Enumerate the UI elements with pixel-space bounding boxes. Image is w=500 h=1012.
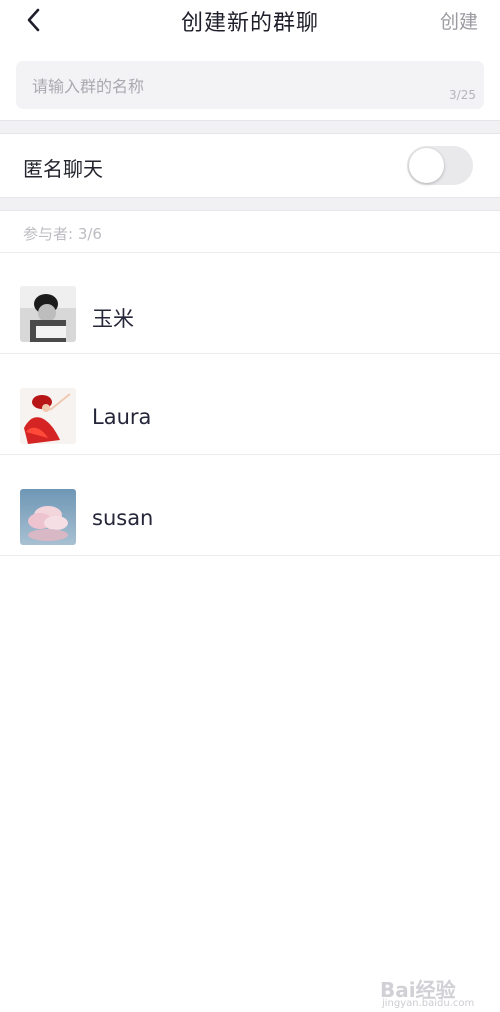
list-item[interactable]: susan	[0, 455, 500, 555]
group-name-input[interactable]	[30, 74, 434, 98]
anonymous-chat-label: 匿名聊天	[23, 157, 103, 181]
anonymous-chat-toggle[interactable]	[407, 146, 473, 185]
avatar	[20, 286, 76, 342]
avatar	[20, 489, 76, 545]
divider-line	[0, 555, 500, 556]
member-name: Laura	[92, 405, 152, 429]
list-item[interactable]: Laura	[0, 354, 500, 454]
list-item[interactable]: 玉米	[0, 253, 500, 353]
section-divider	[0, 197, 500, 211]
member-name: 玉米	[92, 307, 134, 331]
page-title: 创建新的群聊	[180, 11, 319, 36]
participants-count: 参与者: 3/6	[23, 225, 102, 243]
baidu-watermark: Bai经验 jingyan.baidu.com	[380, 966, 490, 1010]
toggle-knob	[409, 148, 444, 183]
group-name-field[interactable]: 3/25	[16, 61, 484, 109]
app-header: 创建新的群聊 创建	[0, 0, 500, 40]
member-name: susan	[92, 506, 154, 530]
avatar	[20, 388, 76, 444]
create-button[interactable]: 创建	[440, 7, 478, 34]
char-counter: 3/25	[449, 88, 476, 102]
watermark-subtext: jingyan.baidu.com	[382, 998, 475, 1009]
section-divider	[0, 120, 500, 134]
